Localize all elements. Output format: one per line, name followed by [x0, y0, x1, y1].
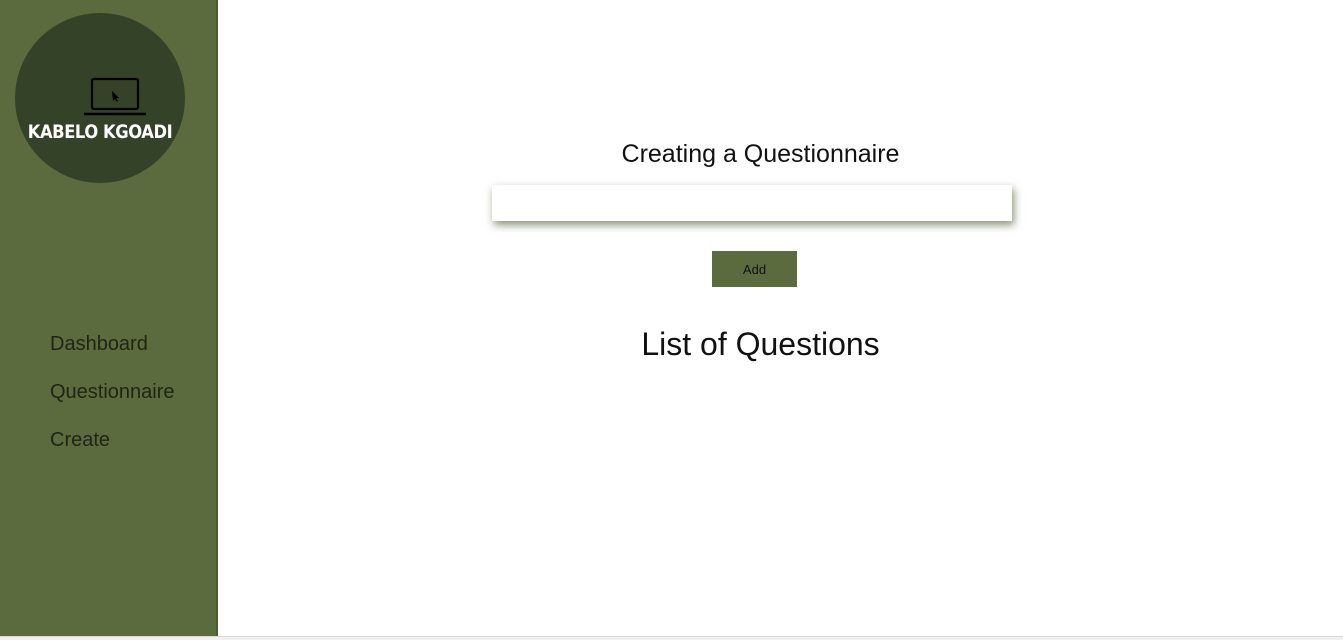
sidebar: KABELO KGOADI Dashboard Questionnaire Cr… [0, 0, 218, 636]
sidebar-item-questionnaire[interactable]: Questionnaire [50, 378, 175, 426]
sidebar-nav: Dashboard Questionnaire Create [50, 330, 175, 474]
page-title: Creating a Questionnaire [621, 140, 900, 168]
app: KABELO KGOADI Dashboard Questionnaire Cr… [0, 0, 1343, 640]
bottom-divider [0, 636, 1343, 640]
brand-name: KABELO KGOADI [27, 121, 173, 143]
logo[interactable]: KABELO KGOADI [15, 13, 185, 183]
list-of-questions-heading: List of Questions [641, 326, 880, 362]
sidebar-item-dashboard[interactable]: Dashboard [50, 330, 175, 378]
laptop-cursor-icon [84, 77, 146, 116]
main-content: Creating a Questionnaire Add List of Que… [218, 0, 1343, 636]
question-input[interactable] [492, 185, 1012, 221]
add-button[interactable]: Add [712, 251, 797, 287]
sidebar-item-create[interactable]: Create [50, 426, 175, 474]
